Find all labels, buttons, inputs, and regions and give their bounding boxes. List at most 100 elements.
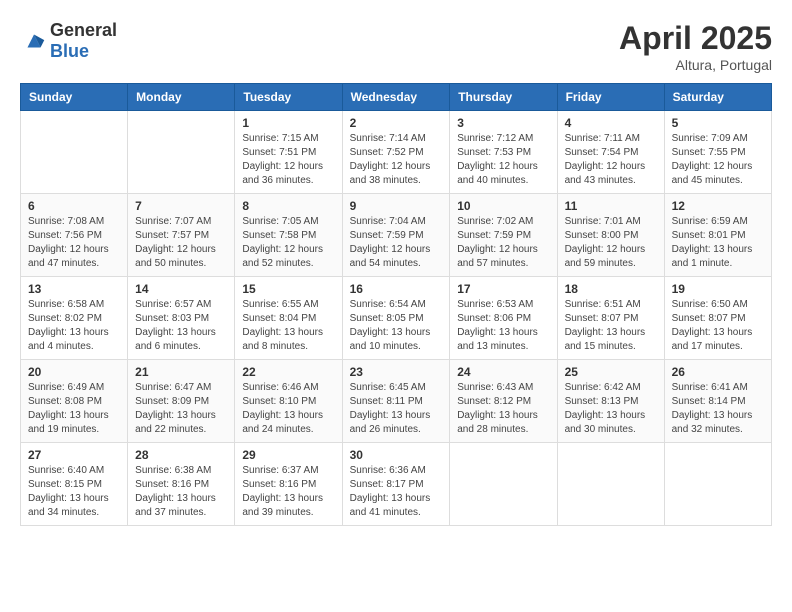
day-info: Sunrise: 7:04 AMSunset: 7:59 PMDaylight:… (350, 215, 443, 271)
calendar-day-cell: 6 Sunrise: 7:08 AMSunset: 7:56 PMDaylight… (21, 194, 128, 277)
day-number: 16 (350, 282, 443, 296)
day-info: Sunrise: 7:09 AMSunset: 7:55 PMDaylight:… (672, 132, 764, 188)
day-info: Sunrise: 6:42 AMSunset: 8:13 PMDaylight:… (565, 381, 657, 437)
day-number: 28 (135, 448, 227, 462)
calendar-day-cell: 4Sunrise: 7:11 AMSunset: 7:54 PMDaylight… (557, 111, 664, 194)
calendar-week-row: 13 Sunrise: 6:58 AMSunset: 8:02 PMDayligh… (21, 277, 772, 360)
day-info: Sunrise: 6:41 AMSunset: 8:14 PMDaylight:… (672, 381, 764, 437)
logo-general: General (50, 20, 117, 40)
day-info: Sunrise: 6:58 AMSunset: 8:02 PMDaylight:… (28, 298, 120, 354)
calendar-day-cell: 21 Sunrise: 6:47 AMSunset: 8:09 PMDayligh… (128, 360, 235, 443)
calendar-day-cell (128, 111, 235, 194)
calendar-day-cell: 20Sunrise: 6:49 AMSunset: 8:08 PMDayligh… (21, 360, 128, 443)
day-info: Sunrise: 7:11 AMSunset: 7:54 PMDaylight:… (565, 132, 657, 188)
day-number: 3 (457, 116, 549, 130)
calendar-day-cell: 26 Sunrise: 6:41 AMSunset: 8:14 PMDayligh… (664, 360, 771, 443)
day-of-week-header: Saturday (664, 84, 771, 111)
calendar-day-cell: 16Sunrise: 6:54 AMSunset: 8:05 PMDayligh… (342, 277, 450, 360)
logo: General Blue (20, 20, 117, 62)
calendar-day-cell (557, 443, 664, 526)
day-number: 22 (242, 365, 334, 379)
calendar-day-cell: 24Sunrise: 6:43 AMSunset: 8:12 PMDayligh… (450, 360, 557, 443)
day-info: Sunrise: 7:15 AMSunset: 7:51 PMDaylight:… (242, 132, 334, 188)
day-info: Sunrise: 7:14 AMSunset: 7:52 PMDaylight:… (350, 132, 443, 188)
day-number: 27 (28, 448, 120, 462)
logo-text: General Blue (50, 20, 117, 62)
day-info: Sunrise: 6:51 AMSunset: 8:07 PMDaylight:… (565, 298, 657, 354)
calendar-day-cell: 2 Sunrise: 7:14 AMSunset: 7:52 PMDaylight… (342, 111, 450, 194)
calendar-week-row: 6 Sunrise: 7:08 AMSunset: 7:56 PMDaylight… (21, 194, 772, 277)
day-info: Sunrise: 7:05 AMSunset: 7:58 PMDaylight:… (242, 215, 334, 271)
calendar-day-cell: 14Sunrise: 6:57 AMSunset: 8:03 PMDayligh… (128, 277, 235, 360)
day-info: Sunrise: 6:45 AMSunset: 8:11 PMDaylight:… (350, 381, 443, 437)
day-number: 11 (565, 199, 657, 213)
day-info: Sunrise: 6:53 AMSunset: 8:06 PMDaylight:… (457, 298, 549, 354)
day-number: 26 (672, 365, 764, 379)
calendar-day-cell: 28 Sunrise: 6:38 AMSunset: 8:16 PMDayligh… (128, 443, 235, 526)
day-of-week-header: Thursday (450, 84, 557, 111)
day-info: Sunrise: 6:46 AMSunset: 8:10 PMDaylight:… (242, 381, 334, 437)
day-number: 19 (672, 282, 764, 296)
day-number: 17 (457, 282, 549, 296)
calendar-day-cell: 18 Sunrise: 6:51 AMSunset: 8:07 PMDayligh… (557, 277, 664, 360)
calendar-day-cell: 11Sunrise: 7:01 AMSunset: 8:00 PMDayligh… (557, 194, 664, 277)
day-info: Sunrise: 6:59 AMSunset: 8:01 PMDaylight:… (672, 215, 764, 271)
day-info: Sunrise: 6:55 AMSunset: 8:04 PMDaylight:… (242, 298, 334, 354)
day-of-week-header: Monday (128, 84, 235, 111)
calendar-day-cell: 22 Sunrise: 6:46 AMSunset: 8:10 PMDayligh… (235, 360, 342, 443)
day-of-week-header: Tuesday (235, 84, 342, 111)
calendar-day-cell (450, 443, 557, 526)
calendar-day-cell: 12 Sunrise: 6:59 AMSunset: 8:01 PMDayligh… (664, 194, 771, 277)
day-number: 13 (28, 282, 120, 296)
calendar-day-cell: 8 Sunrise: 7:05 AMSunset: 7:58 PMDaylight… (235, 194, 342, 277)
location-title: Altura, Portugal (619, 57, 772, 73)
day-number: 23 (350, 365, 443, 379)
day-number: 5 (672, 116, 764, 130)
day-number: 1 (242, 116, 334, 130)
day-info: Sunrise: 6:40 AMSunset: 8:15 PMDaylight:… (28, 464, 120, 520)
calendar-day-cell (21, 111, 128, 194)
day-info: Sunrise: 6:47 AMSunset: 8:09 PMDaylight:… (135, 381, 227, 437)
calendar-table: SundayMondayTuesdayWednesdayThursdayFrid… (20, 83, 772, 526)
day-of-week-header: Wednesday (342, 84, 450, 111)
calendar-day-cell: 25Sunrise: 6:42 AMSunset: 8:13 PMDayligh… (557, 360, 664, 443)
day-number: 30 (350, 448, 443, 462)
day-number: 12 (672, 199, 764, 213)
day-number: 9 (350, 199, 443, 213)
logo-icon (20, 27, 48, 55)
day-number: 15 (242, 282, 334, 296)
calendar-day-cell: 17 Sunrise: 6:53 AMSunset: 8:06 PMDayligh… (450, 277, 557, 360)
calendar-day-cell: 3 Sunrise: 7:12 AMSunset: 7:53 PMDaylight… (450, 111, 557, 194)
day-info: Sunrise: 7:12 AMSunset: 7:53 PMDaylight:… (457, 132, 549, 188)
day-info: Sunrise: 6:50 AMSunset: 8:07 PMDaylight:… (672, 298, 764, 354)
calendar-day-cell: 9 Sunrise: 7:04 AMSunset: 7:59 PMDaylight… (342, 194, 450, 277)
day-of-week-header: Friday (557, 84, 664, 111)
calendar-day-cell: 19 Sunrise: 6:50 AMSunset: 8:07 PMDayligh… (664, 277, 771, 360)
day-number: 2 (350, 116, 443, 130)
title-block: April 2025 Altura, Portugal (619, 20, 772, 73)
calendar-day-cell: 10Sunrise: 7:02 AMSunset: 7:59 PMDayligh… (450, 194, 557, 277)
day-number: 8 (242, 199, 334, 213)
calendar-week-row: 27 Sunrise: 6:40 AMSunset: 8:15 PMDayligh… (21, 443, 772, 526)
calendar-week-row: 20Sunrise: 6:49 AMSunset: 8:08 PMDayligh… (21, 360, 772, 443)
calendar-day-cell: 1 Sunrise: 7:15 AMSunset: 7:51 PMDaylight… (235, 111, 342, 194)
calendar-header-row: SundayMondayTuesdayWednesdayThursdayFrid… (21, 84, 772, 111)
day-info: Sunrise: 7:08 AMSunset: 7:56 PMDaylight:… (28, 215, 120, 271)
calendar-week-row: 1 Sunrise: 7:15 AMSunset: 7:51 PMDaylight… (21, 111, 772, 194)
day-info: Sunrise: 6:38 AMSunset: 8:16 PMDaylight:… (135, 464, 227, 520)
calendar-day-cell: 5 Sunrise: 7:09 AMSunset: 7:55 PMDaylight… (664, 111, 771, 194)
day-number: 21 (135, 365, 227, 379)
day-number: 6 (28, 199, 120, 213)
day-number: 10 (457, 199, 549, 213)
day-info: Sunrise: 6:49 AMSunset: 8:08 PMDaylight:… (28, 381, 120, 437)
calendar-day-cell: 15 Sunrise: 6:55 AMSunset: 8:04 PMDayligh… (235, 277, 342, 360)
month-title: April 2025 (619, 20, 772, 57)
day-of-week-header: Sunday (21, 84, 128, 111)
calendar-day-cell: 27 Sunrise: 6:40 AMSunset: 8:15 PMDayligh… (21, 443, 128, 526)
day-number: 29 (242, 448, 334, 462)
day-info: Sunrise: 6:43 AMSunset: 8:12 PMDaylight:… (457, 381, 549, 437)
calendar-day-cell: 30Sunrise: 6:36 AMSunset: 8:17 PMDayligh… (342, 443, 450, 526)
logo-blue: Blue (50, 41, 89, 61)
day-number: 18 (565, 282, 657, 296)
calendar-day-cell: 23 Sunrise: 6:45 AMSunset: 8:11 PMDayligh… (342, 360, 450, 443)
